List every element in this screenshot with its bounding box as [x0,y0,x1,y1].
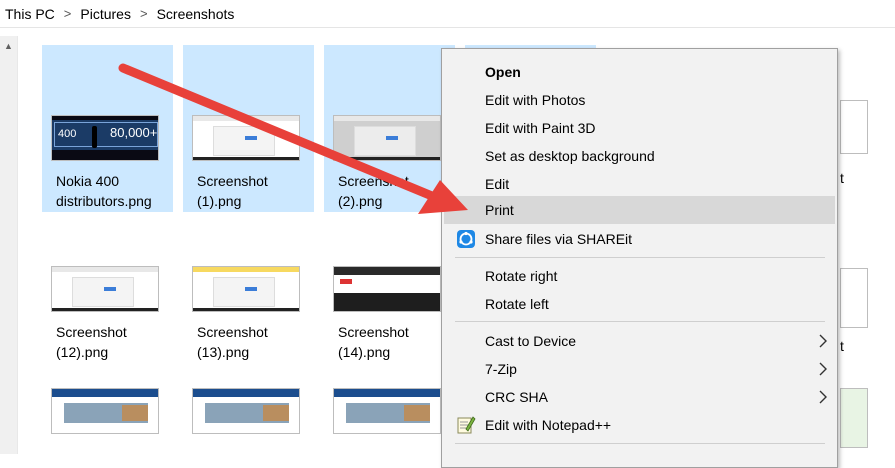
chevron-right-icon [816,389,830,405]
menu-item-label: CRC SHA [485,389,549,405]
menu-item-7-zip[interactable]: 7-Zip [444,355,835,383]
menu-item-label: Edit with Notepad++ [485,417,612,433]
menu-item-edit-with-notepad-plus-plus[interactable]: Edit with Notepad++ [444,411,835,439]
menu-separator [455,257,825,258]
file-thumbnail [333,388,441,434]
file-name: t [840,338,844,354]
file-item[interactable]: 400 80,000+ Nokia 400 distributors.png [42,45,173,212]
file-thumbnail [192,266,300,312]
breadcrumb-pictures[interactable]: Pictures [75,6,136,22]
file-thumbnail[interactable] [840,100,868,154]
file-thumbnail [333,266,441,312]
file-thumbnail[interactable] [840,388,868,448]
breadcrumb-separator: > [139,6,148,21]
thumbnail-text: 80,000+ [110,125,158,140]
menu-item-edit-with-photos[interactable]: Edit with Photos [444,86,835,114]
menu-item-print[interactable]: Print [444,196,835,224]
menu-item-label: Set as desktop background [485,148,655,164]
vertical-scrollbar[interactable]: ▲ [0,36,18,454]
thumbnail-text: 400 [58,128,77,140]
file-thumbnail: 400 80,000+ [51,115,159,161]
breadcrumb-separator: > [63,6,72,21]
menu-item-crc-sha[interactable]: CRC SHA [444,383,835,411]
breadcrumb-screenshots[interactable]: Screenshots [152,6,240,22]
file-item[interactable]: Screenshot (1).png [183,45,314,212]
file-thumbnail [192,115,300,161]
menu-item-label: Rotate right [485,268,558,284]
menu-item-cast-to-device[interactable]: Cast to Device [444,327,835,355]
menu-item-set-as-desktop-background[interactable]: Set as desktop background [444,142,835,170]
scroll-up-arrow-icon[interactable]: ▲ [2,40,15,52]
file-thumbnail [51,266,159,312]
menu-item-label: 7-Zip [485,361,517,377]
menu-item-label: Edit [485,176,510,192]
context-menu: Open Edit with Photos Edit with Paint 3D… [441,48,838,468]
chevron-right-icon [816,333,830,349]
breadcrumb: This PC > Pictures > Screenshots [0,0,895,28]
menu-item-edit[interactable]: Edit [444,170,835,198]
notepad-plus-plus-icon [456,415,476,435]
menu-item-share-files-via-shareit[interactable]: Share files via SHAREit [444,225,835,253]
menu-separator [455,443,825,444]
file-item[interactable] [42,318,173,454]
file-thumbnail [192,388,300,434]
menu-item-rotate-right[interactable]: Rotate right [444,262,835,290]
file-item[interactable] [183,318,314,454]
menu-item-label: Rotate left [485,296,549,312]
menu-separator [455,321,825,322]
breadcrumb-this-pc[interactable]: This PC [0,6,60,22]
chevron-right-icon [816,361,830,377]
file-name: t [840,170,844,186]
file-item[interactable]: Screenshot (2).png [324,45,455,212]
menu-item-label: Print [485,202,514,218]
file-thumbnail [333,115,441,161]
menu-item-label: Open [485,64,521,80]
shareit-icon [456,229,476,249]
file-item[interactable] [324,318,455,454]
file-thumbnail[interactable] [840,268,868,328]
file-thumbnail [51,388,159,434]
menu-item-open[interactable]: Open [444,58,835,86]
menu-item-label: Share files via SHAREit [485,231,633,247]
menu-item-edit-with-paint-3d[interactable]: Edit with Paint 3D [444,114,835,142]
menu-item-label: Cast to Device [485,333,577,349]
menu-item-label: Edit with Photos [485,92,586,108]
menu-item-label: Edit with Paint 3D [485,120,596,136]
menu-item-rotate-left[interactable]: Rotate left [444,290,835,318]
